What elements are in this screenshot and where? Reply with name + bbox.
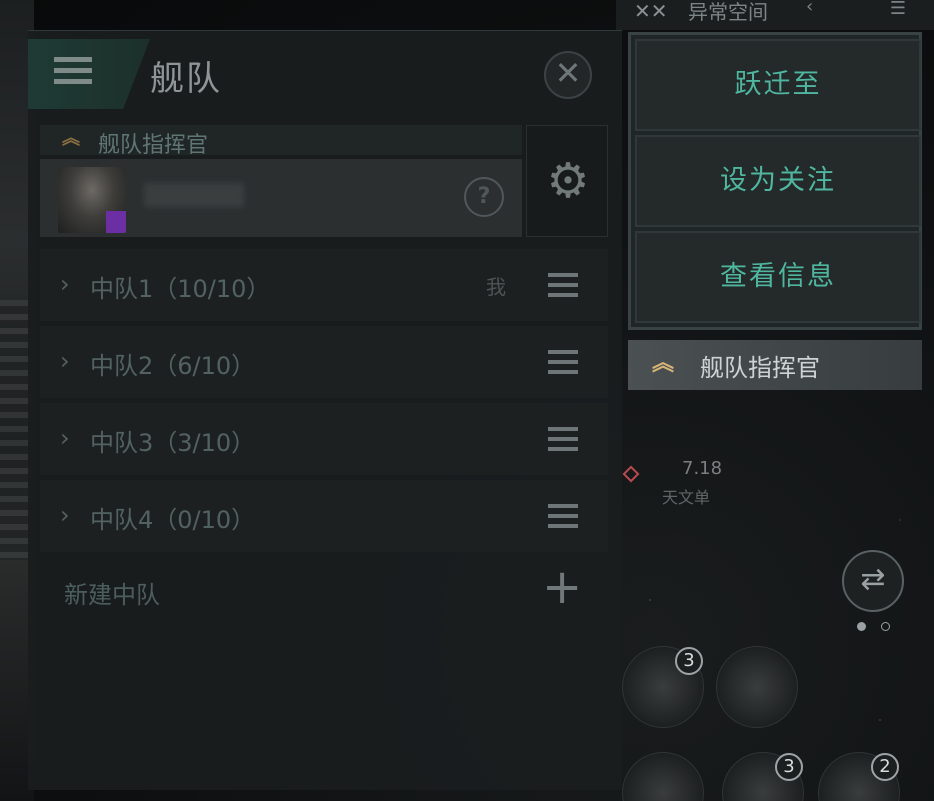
rank-chevron-icon: ︽ <box>652 351 675 376</box>
commander-slot[interactable]: ? <box>40 159 522 237</box>
hud-top-bar: ✕✕ 异常空间 ‹ ☰ <box>616 0 934 30</box>
module-count: 3 <box>675 647 703 675</box>
module-count: 2 <box>871 753 899 781</box>
distance-unit: 天文单 <box>662 488 711 507</box>
set-focus-button[interactable]: 设为关注 <box>635 135 921 227</box>
squad-menu-icon[interactable] <box>548 427 578 457</box>
distance-value: 7.18 <box>682 458 723 479</box>
squad-label: 中队2（6/10） <box>90 352 256 380</box>
self-tag: 我 <box>486 275 506 299</box>
swap-arrows-icon: ⇄ <box>860 562 886 597</box>
hud-location-title: 异常空间 <box>688 0 768 24</box>
settings-button[interactable]: ⚙ <box>526 125 608 237</box>
new-squad-label: 新建中队 <box>64 581 160 609</box>
background-overview-list: 7.18 天文单 <box>622 390 922 510</box>
module-slot[interactable]: 3 <box>722 752 804 801</box>
swap-button[interactable]: ⇄ <box>842 550 904 612</box>
context-menu: 跃迁至 设为关注 查看信息 <box>628 32 922 330</box>
squad-menu-icon[interactable] <box>548 350 578 380</box>
commander-section-label: ︽ 舰队指挥官 <box>40 125 522 158</box>
panel-header: 舰队 ✕ <box>28 31 622 109</box>
corp-badge-icon <box>106 211 126 233</box>
squad-row[interactable]: › 中队3（3/10） <box>40 403 608 475</box>
ship-hull <box>0 300 30 560</box>
squad-label: 中队3（3/10） <box>90 429 256 457</box>
list-icon[interactable]: ☰ <box>890 0 906 19</box>
role-label: ︽ 舰队指挥官 <box>628 340 922 390</box>
crossed-swords-icon: ✕✕ <box>634 0 668 23</box>
gear-icon: ⚙ <box>546 153 590 209</box>
squad-row[interactable]: › 中队1（10/10） 我 <box>40 249 608 321</box>
close-icon: ✕ <box>554 54 582 92</box>
page-dot[interactable] <box>881 622 890 631</box>
close-button[interactable]: ✕ <box>544 51 592 99</box>
chevron-left-icon[interactable]: ‹ <box>806 0 813 17</box>
role-label-text: 舰队指挥官 <box>700 354 820 382</box>
warp-to-button[interactable]: 跃迁至 <box>635 39 921 131</box>
squad-row[interactable]: › 中队4（0/10） <box>40 480 608 552</box>
rank-chevron-icon: ︽ <box>62 128 80 149</box>
module-slot[interactable]: 3 <box>622 646 704 728</box>
squad-menu-icon[interactable] <box>548 504 578 534</box>
chevron-right-icon: › <box>60 501 70 529</box>
hamburger-icon <box>54 57 92 90</box>
commander-label-text: 舰队指挥官 <box>98 133 209 158</box>
squad-row[interactable]: › 中队2（6/10） <box>40 326 608 398</box>
squad-label: 中队1（10/10） <box>90 275 271 303</box>
commander-name-redacted <box>144 183 244 207</box>
module-slot[interactable] <box>622 752 704 801</box>
module-count: 3 <box>775 753 803 781</box>
chevron-right-icon: › <box>60 347 70 375</box>
fleet-panel: 舰队 ✕ ︽ 舰队指挥官 ? ⚙ › 中队1（10/10） 我 › 中队2（6/… <box>28 30 622 790</box>
panel-title: 舰队 <box>150 59 222 99</box>
chevron-right-icon: › <box>60 424 70 452</box>
new-squad-row[interactable]: 新建中队 + <box>40 557 608 623</box>
menu-button[interactable] <box>28 39 150 109</box>
module-slot[interactable] <box>716 646 798 728</box>
avatar <box>58 167 126 233</box>
module-slot[interactable]: 2 <box>818 752 900 801</box>
page-dot-active[interactable] <box>857 622 866 631</box>
squad-menu-icon[interactable] <box>548 273 578 303</box>
help-icon[interactable]: ? <box>464 177 504 217</box>
view-info-button[interactable]: 查看信息 <box>635 231 921 323</box>
chevron-right-icon: › <box>60 270 70 298</box>
squad-label: 中队4（0/10） <box>90 506 256 534</box>
plus-icon[interactable]: + <box>542 561 582 613</box>
